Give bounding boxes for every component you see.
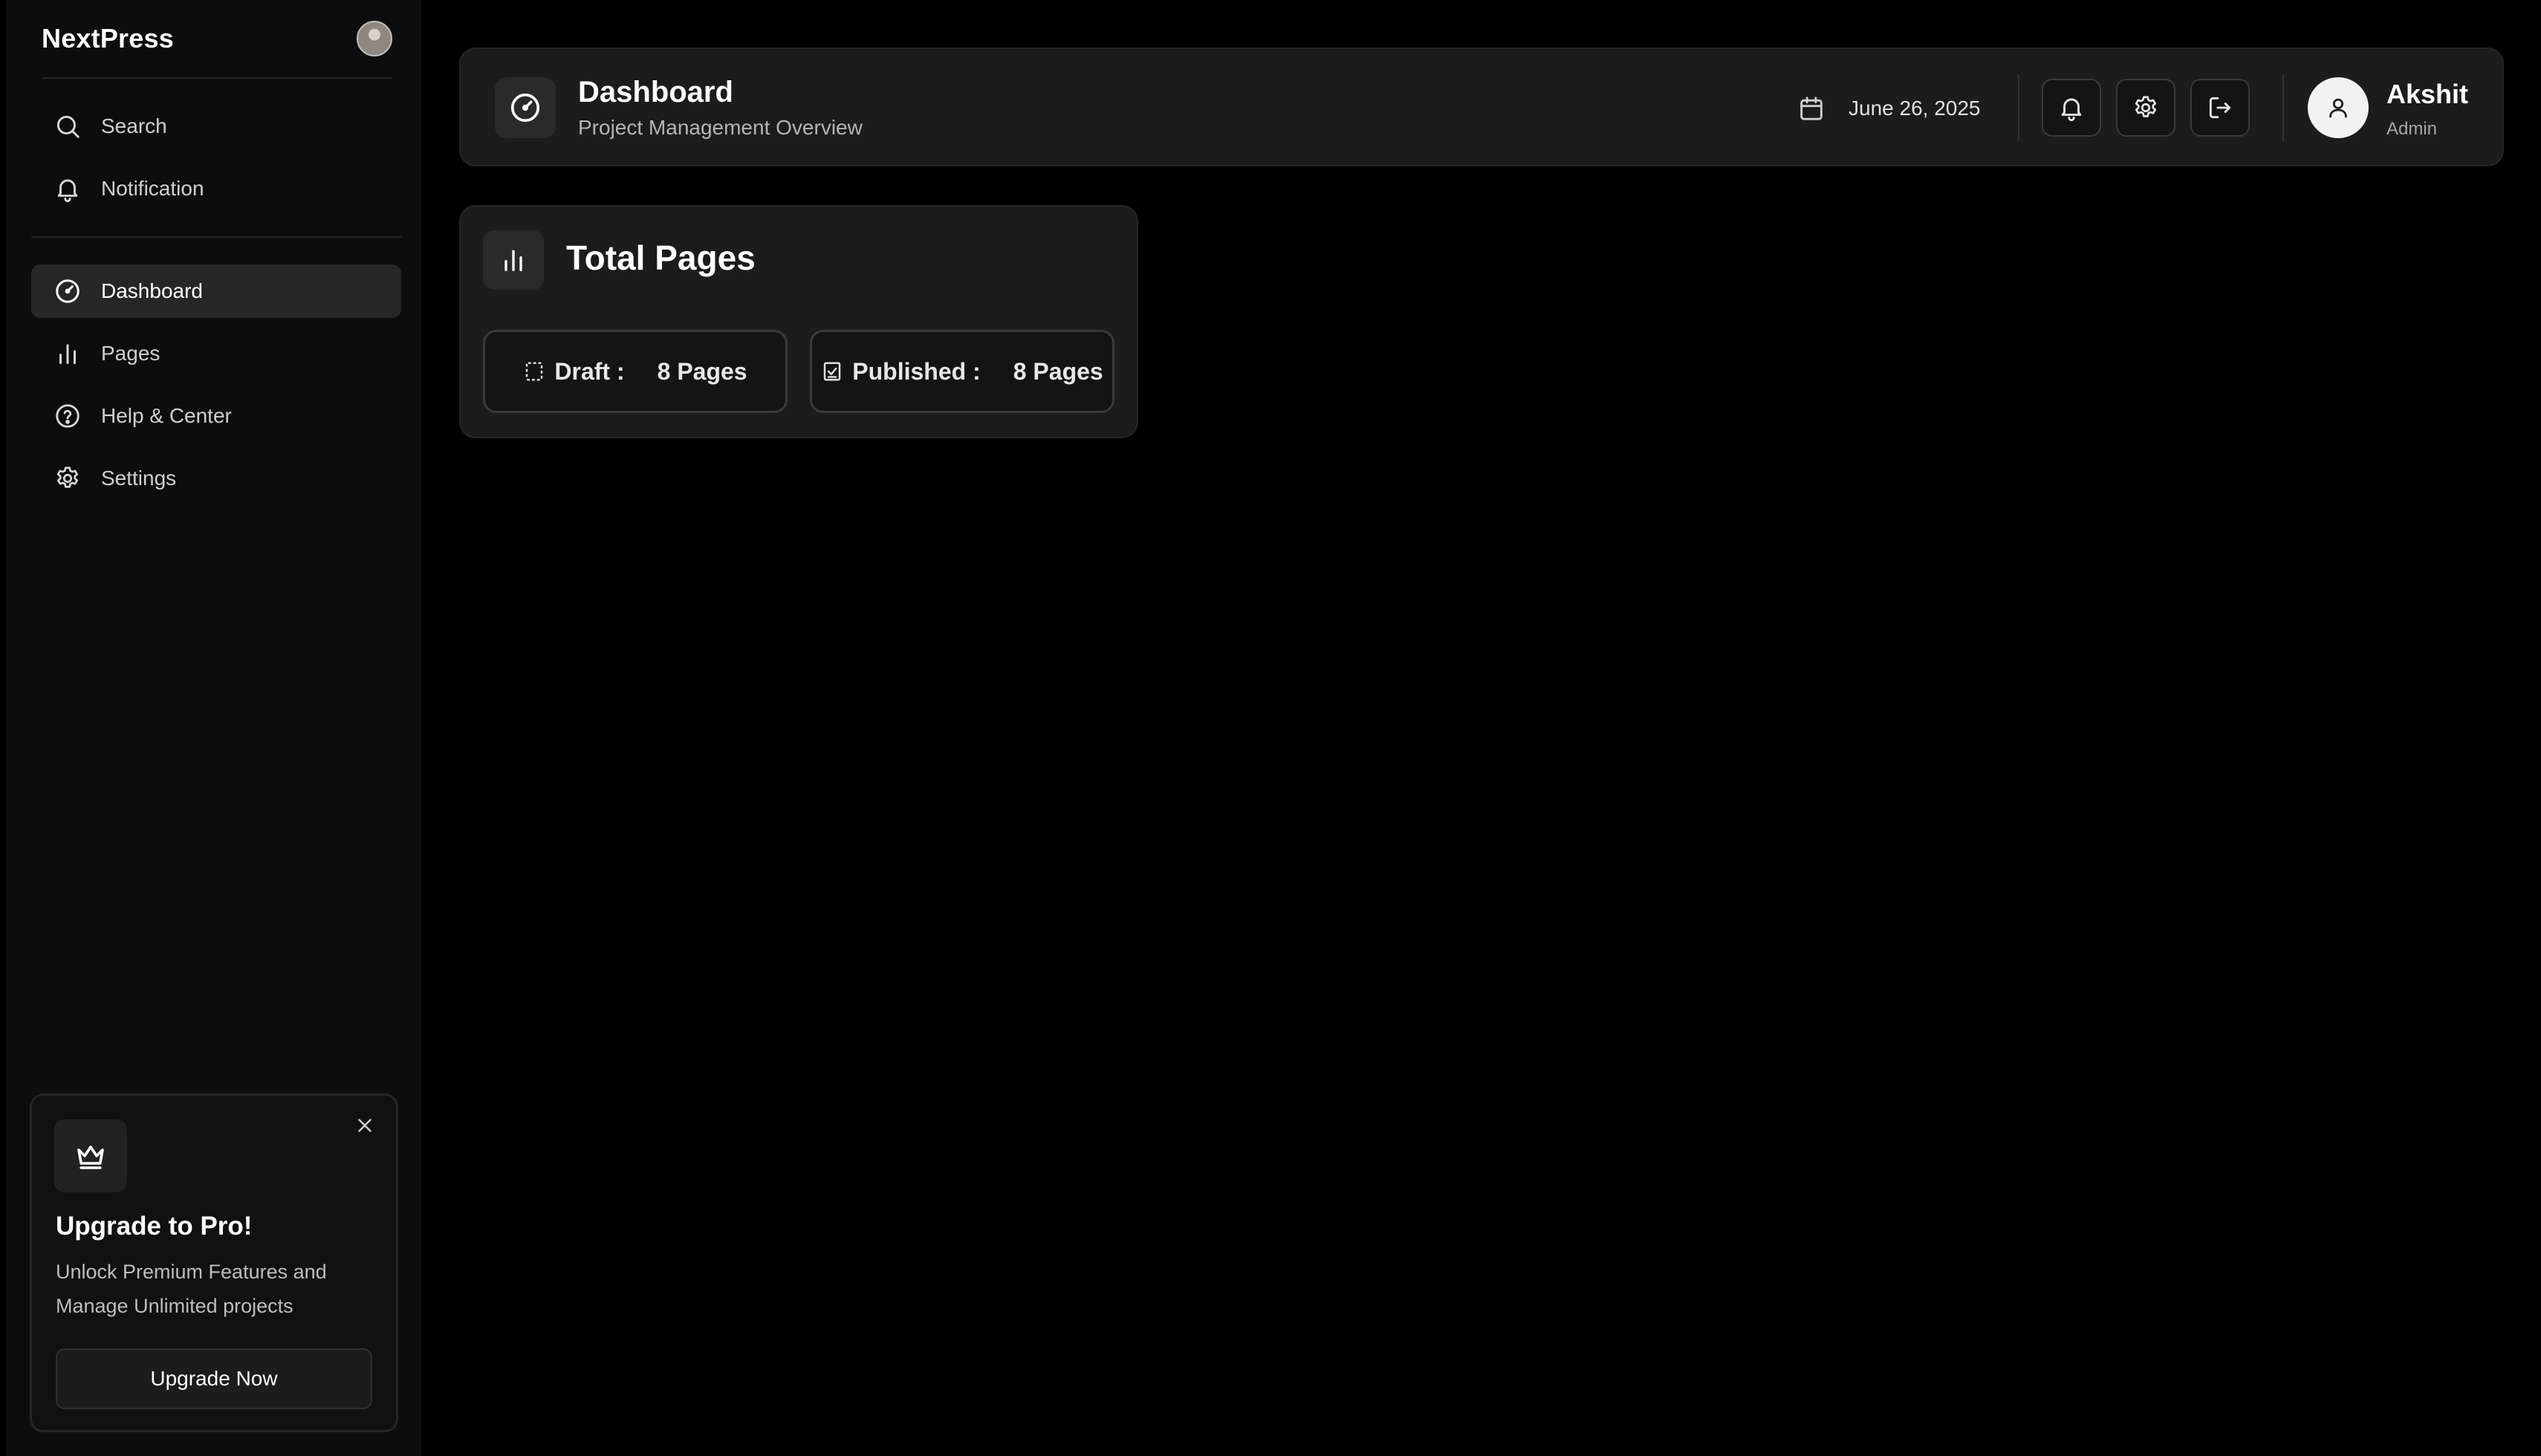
- published-label: Published :: [852, 357, 981, 385]
- gear-icon: [2132, 94, 2160, 122]
- header-divider: [2282, 74, 2284, 141]
- sidebar-item-label: Settings: [101, 467, 177, 490]
- sidebar-item-dashboard[interactable]: Dashboard: [31, 264, 401, 318]
- sidebar-item-label: Help & Center: [101, 404, 232, 427]
- dashboard-header-icon: [495, 77, 556, 138]
- header-divider: [2018, 74, 2019, 141]
- user-name: Akshit: [2386, 79, 2469, 109]
- upgrade-description: Unlock Premium Features and Manage Unlim…: [56, 1261, 327, 1317]
- help-circle-icon: [53, 402, 82, 430]
- gauge-icon: [508, 91, 542, 125]
- sidebar-item-pages[interactable]: Pages: [31, 327, 401, 380]
- bar-chart-icon: [53, 339, 82, 368]
- upgrade-card: Upgrade to Pro! Unlock Premium Features …: [30, 1093, 398, 1432]
- page-subtitle: Project Management Overview: [578, 116, 863, 139]
- bar-chart-icon: [499, 245, 528, 275]
- sidebar-item-label: Pages: [101, 342, 160, 365]
- sidebar-item-search[interactable]: Search: [31, 100, 401, 153]
- card-title: Total Pages: [566, 238, 756, 277]
- header-date: June 26, 2025: [1797, 85, 1981, 132]
- page-header: Dashboard Project Management Overview Ju…: [459, 48, 2504, 166]
- user-role: Admin: [2386, 119, 2438, 139]
- document-check-icon: [821, 360, 843, 383]
- settings-button[interactable]: [2116, 79, 2175, 137]
- draft-label: Draft :: [554, 357, 625, 385]
- sidebar-item-label: Notification: [101, 177, 204, 200]
- sidebar-divider: [31, 236, 401, 238]
- dashed-square-icon: [523, 360, 545, 383]
- user-icon: [2325, 94, 2352, 121]
- logout-icon: [2206, 94, 2234, 122]
- logout-button[interactable]: [2190, 79, 2250, 137]
- published-pages-stat[interactable]: Published : 8 Pages: [810, 330, 1114, 413]
- upgrade-title: Upgrade to Pro!: [56, 1212, 253, 1241]
- sidebar-nav: Dashboard Pages Help & Center Settings: [31, 264, 401, 514]
- sidebar-brand-row: NextPress: [42, 0, 392, 79]
- bell-icon: [53, 175, 82, 203]
- sidebar-top-group: Search Notification: [31, 100, 401, 224]
- upgrade-now-button[interactable]: Upgrade Now: [56, 1348, 372, 1409]
- page-title: Dashboard: [578, 76, 733, 108]
- gear-icon: [53, 464, 82, 493]
- user-avatar[interactable]: [2308, 77, 2369, 138]
- total-pages-card: Total Pages Draft : 8 Pages Published : …: [459, 205, 1138, 438]
- calendar-icon: [1797, 94, 1826, 123]
- sidebar-item-label: Search: [101, 114, 167, 137]
- sidebar-item-settings[interactable]: Settings: [31, 452, 401, 505]
- current-date: June 26, 2025: [1849, 97, 1981, 120]
- bell-icon: [2057, 94, 2086, 122]
- gauge-icon: [53, 277, 82, 305]
- crown-icon: [73, 1138, 108, 1174]
- sidebar: NextPress Search Notification Dashboard: [6, 0, 421, 1456]
- close-icon[interactable]: [351, 1112, 378, 1139]
- draft-count: 8 Pages: [657, 357, 747, 385]
- sidebar-item-notification[interactable]: Notification: [31, 162, 401, 215]
- crown-icon-box: [54, 1119, 127, 1192]
- search-icon: [53, 112, 82, 140]
- draft-pages-stat[interactable]: Draft : 8 Pages: [483, 330, 788, 413]
- app-logo-text[interactable]: NextPress: [42, 23, 174, 54]
- notification-button[interactable]: [2042, 79, 2101, 137]
- published-count: 8 Pages: [1013, 357, 1103, 385]
- sidebar-item-label: Dashboard: [101, 279, 203, 302]
- avatar[interactable]: [357, 21, 392, 56]
- bar-chart-icon-box: [483, 230, 544, 290]
- sidebar-item-help-center[interactable]: Help & Center: [31, 389, 401, 443]
